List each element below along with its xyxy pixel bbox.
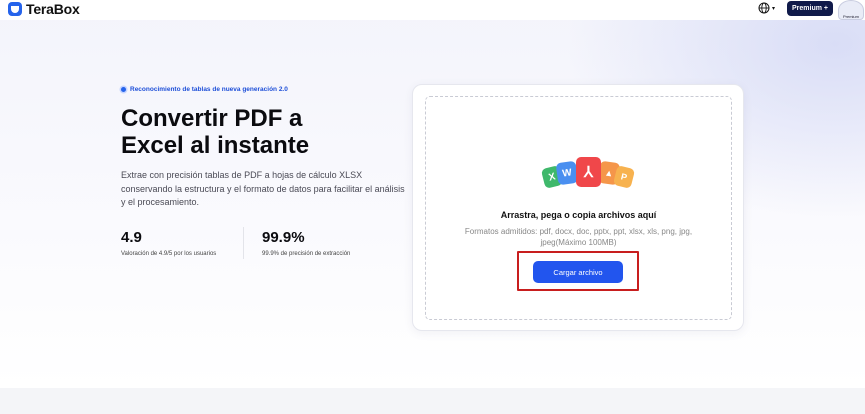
- word-file-icon: W: [555, 160, 579, 186]
- file-type-icons: X W ⅄ ▲ P: [540, 157, 636, 193]
- stat-rating-value: 4.9: [121, 229, 142, 246]
- globe-icon: [758, 2, 770, 14]
- top-bar: TeraBox ▾ Premium + Premium: [0, 0, 865, 20]
- logo-text: TeraBox: [26, 1, 80, 17]
- badge-text: Reconocimiento de tablas de nueva genera…: [130, 86, 288, 93]
- stat-rating-label: Valoración de 4.9/5 por los usuarios: [121, 251, 217, 257]
- stat-accuracy: 99.9% 99.9% de precisión de extracción: [262, 229, 350, 257]
- language-selector[interactable]: ▾: [758, 2, 775, 14]
- title-line-2: Excel al instante: [121, 132, 310, 159]
- highlight-box: [517, 251, 639, 291]
- terabox-logo-icon: [8, 2, 22, 16]
- supported-formats: Formatos admitidos: pdf, docx, doc, pptx…: [464, 227, 693, 247]
- feature-badge: Reconocimiento de tablas de nueva genera…: [121, 86, 288, 93]
- premium-button[interactable]: Premium +: [787, 1, 833, 16]
- title-line-1: Convertir PDF a: [121, 105, 303, 132]
- avatar[interactable]: Premium: [838, 0, 864, 20]
- footer-band: [0, 388, 865, 414]
- pdf-file-icon: ⅄: [576, 157, 601, 187]
- stat-accuracy-label: 99.9% de precisión de extracción: [262, 251, 351, 257]
- terabox-logo[interactable]: TeraBox: [8, 1, 80, 17]
- page-description: Extrae con precisión tablas de PDF a hoj…: [121, 170, 405, 207]
- ppt-file-icon: P: [612, 165, 636, 189]
- stat-rating: 4.9 Valoración de 4.9/5 por los usuarios: [121, 229, 216, 257]
- avatar-premium-label: Premium: [842, 14, 859, 19]
- badge-dot-icon: [121, 87, 126, 92]
- chevron-down-icon: ▾: [772, 5, 776, 12]
- stat-accuracy-value: 99.9%: [262, 229, 305, 246]
- page-title: Convertir PDF a Excel al instante: [121, 105, 401, 159]
- upload-card: X W ⅄ ▲ P Arrastra, pega o copia archivo…: [412, 84, 744, 331]
- stat-divider: [243, 227, 244, 259]
- drop-zone-title: Arrastra, pega o copia archivos aquí: [500, 210, 657, 220]
